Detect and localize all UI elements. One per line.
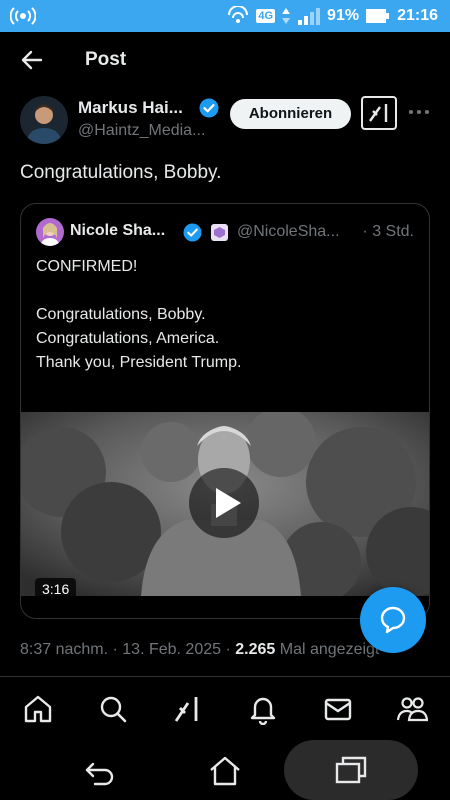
system-nav-bar (0, 740, 450, 800)
subscribe-button[interactable]: Abonnieren (230, 99, 351, 129)
search-icon (100, 696, 127, 723)
grok-icon (174, 697, 198, 722)
quoted-line: CONFIRMED! (36, 258, 138, 275)
nav-messages[interactable] (322, 693, 354, 725)
communities-icon (396, 697, 429, 722)
author-avatar[interactable] (20, 96, 68, 144)
system-recents-button[interactable] (284, 740, 418, 800)
quoted-author-name[interactable]: Nicole Sha... (70, 222, 165, 240)
more-options-button[interactable] (408, 104, 430, 120)
quoted-post-time: · 3 Std. (362, 223, 414, 240)
nav-grok[interactable] (172, 693, 204, 725)
nav-notifications[interactable] (247, 693, 279, 726)
play-icon (189, 468, 259, 538)
post-meta: 8:37 nachm. · 13. Feb. 2025 · 2.265 Mal … (20, 641, 379, 659)
messages-icon (324, 698, 352, 721)
arrow-left-icon (21, 50, 43, 70)
nav-home[interactable] (22, 693, 54, 725)
home-icon (24, 695, 52, 723)
back-button[interactable] (18, 46, 46, 74)
quoted-line: Congratulations, Bobby. (36, 306, 206, 323)
battery-percent: 91% (327, 7, 360, 24)
chat-bubble-icon (380, 606, 406, 634)
top-bar: Post (0, 32, 450, 88)
more-dots-icon (409, 110, 429, 114)
undo-arrow-icon (85, 762, 114, 786)
quoted-line: Congratulations, America. (36, 330, 220, 347)
quoted-post-text: CONFIRMED! Congratulations, Bobby. Congr… (36, 255, 241, 375)
quoted-author-avatar[interactable] (36, 218, 64, 246)
home-outline-icon (210, 756, 240, 786)
bottom-nav (0, 677, 450, 740)
quoted-post[interactable]: Nicole Sha... @NicoleSha... · 3 Std. CON… (20, 203, 430, 619)
nav-search[interactable] (97, 693, 129, 725)
network-badge: 4G (256, 9, 276, 23)
quoted-line: Thank you, President Trump. (36, 354, 242, 371)
author-name[interactable]: Markus Hai... (78, 98, 183, 118)
post-timestamp: 8:37 nachm. · 13. Feb. 2025 · (20, 641, 231, 658)
notifications-icon (250, 697, 276, 726)
hotspot-icon (9, 6, 37, 31)
battery-icon (366, 9, 390, 23)
grok-button[interactable] (361, 96, 397, 130)
clock: 21:16 (397, 7, 438, 24)
signal-icon (298, 8, 321, 25)
verified-badge-icon (199, 98, 219, 118)
views-count: 2.265 (235, 641, 276, 658)
nav-communities[interactable] (396, 693, 429, 725)
author-handle[interactable]: @Haintz_Media... (78, 122, 205, 140)
compose-reply-button[interactable] (360, 587, 426, 653)
vpn-icon (228, 6, 249, 23)
verified-badge-icon (183, 223, 202, 242)
page-title: Post (85, 49, 127, 70)
video-duration: 3:16 (35, 578, 77, 596)
grok-icon (369, 104, 388, 122)
recent-apps-icon (335, 756, 367, 784)
quoted-line (36, 279, 241, 303)
status-bar: 4G 91% 21:16 (0, 0, 450, 32)
affiliation-badge-icon (211, 224, 228, 241)
system-back-button[interactable] (83, 754, 117, 788)
post-text: Congratulations, Bobby. (20, 162, 222, 183)
play-button[interactable] (188, 467, 260, 539)
system-home-button[interactable] (208, 754, 242, 788)
quoted-author-handle[interactable]: @NicoleSha... (237, 223, 340, 241)
data-arrows-icon (282, 8, 291, 24)
video-player[interactable]: 3:16 (21, 412, 429, 596)
